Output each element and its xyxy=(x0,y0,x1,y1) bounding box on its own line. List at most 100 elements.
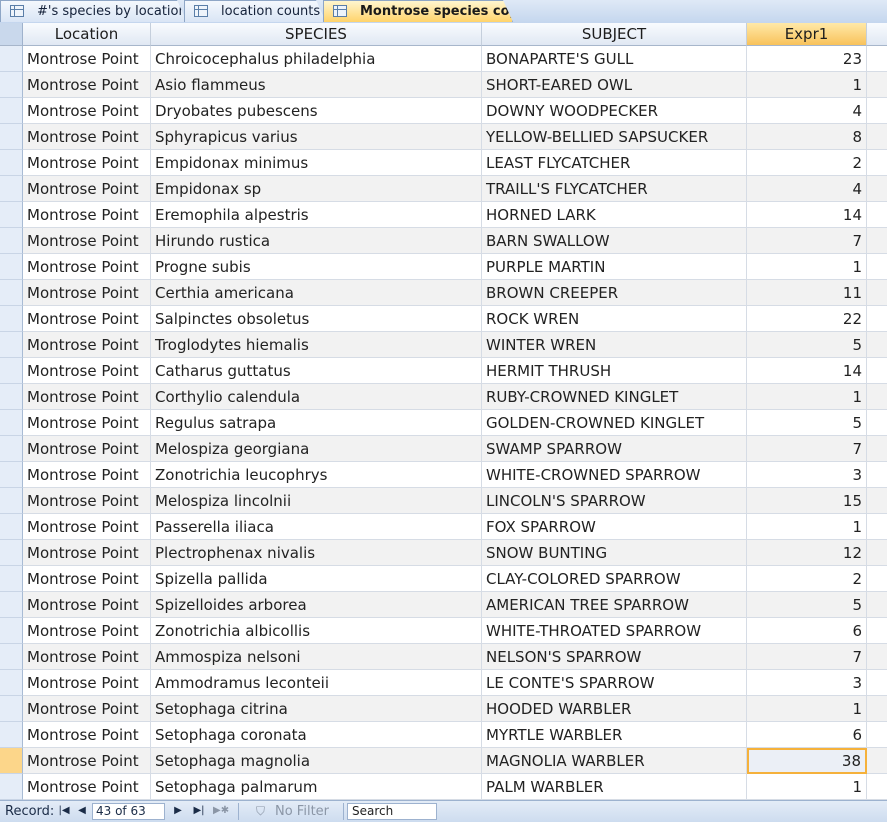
new-record-icon[interactable]: ▶✱ xyxy=(213,804,229,818)
row-selector[interactable] xyxy=(0,462,23,488)
species-cell[interactable]: Eremophila alpestris xyxy=(151,202,482,228)
species-cell[interactable]: Sphyrapicus varius xyxy=(151,124,482,150)
location-cell[interactable]: Montrose Point xyxy=(23,202,151,228)
expr1-cell[interactable]: 1 xyxy=(747,514,867,540)
location-cell[interactable]: Montrose Point xyxy=(23,618,151,644)
location-cell[interactable]: Montrose Point xyxy=(23,150,151,176)
expr1-cell[interactable]: 4 xyxy=(747,98,867,124)
species-cell[interactable]: Ammospiza nelsoni xyxy=(151,644,482,670)
row-selector[interactable] xyxy=(0,748,23,774)
species-cell[interactable]: Progne subis xyxy=(151,254,482,280)
subject-cell[interactable]: NELSON'S SPARROW xyxy=(482,644,747,670)
species-cell[interactable]: Dryobates pubescens xyxy=(151,98,482,124)
row-selector[interactable] xyxy=(0,488,23,514)
expr1-cell[interactable]: 2 xyxy=(747,150,867,176)
row-selector[interactable] xyxy=(0,306,23,332)
subject-cell[interactable]: DOWNY WOODPECKER xyxy=(482,98,747,124)
row-selector[interactable] xyxy=(0,72,23,98)
location-cell[interactable]: Montrose Point xyxy=(23,46,151,72)
species-cell[interactable]: Regulus satrapa xyxy=(151,410,482,436)
location-cell[interactable]: Montrose Point xyxy=(23,722,151,748)
location-cell[interactable]: Montrose Point xyxy=(23,592,151,618)
subject-cell[interactable]: CLAY-COLORED SPARROW xyxy=(482,566,747,592)
tab-location-counts[interactable]: location counts xyxy=(184,0,326,22)
location-cell[interactable]: Montrose Point xyxy=(23,72,151,98)
species-cell[interactable]: Asio flammeus xyxy=(151,72,482,98)
row-selector[interactable] xyxy=(0,228,23,254)
species-cell[interactable]: Passerella iliaca xyxy=(151,514,482,540)
row-selector[interactable] xyxy=(0,150,23,176)
subject-cell[interactable]: HOODED WARBLER xyxy=(482,696,747,722)
row-selector[interactable] xyxy=(0,722,23,748)
tab-species-by-location[interactable]: #'s species by location xyxy=(0,0,187,22)
row-selector[interactable] xyxy=(0,774,23,800)
row-selector[interactable] xyxy=(0,98,23,124)
species-cell[interactable]: Setophaga coronata xyxy=(151,722,482,748)
location-cell[interactable]: Montrose Point xyxy=(23,254,151,280)
species-cell[interactable]: Zonotrichia albicollis xyxy=(151,618,482,644)
row-selector[interactable] xyxy=(0,644,23,670)
location-cell[interactable]: Montrose Point xyxy=(23,306,151,332)
expr1-cell[interactable]: 7 xyxy=(747,644,867,670)
row-selector[interactable] xyxy=(0,384,23,410)
species-cell[interactable]: Empidonax minimus xyxy=(151,150,482,176)
search-input[interactable]: Search xyxy=(347,803,437,820)
subject-cell[interactable]: FOX SPARROW xyxy=(482,514,747,540)
subject-cell[interactable]: WHITE-CROWNED SPARROW xyxy=(482,462,747,488)
location-cell[interactable]: Montrose Point xyxy=(23,514,151,540)
location-cell[interactable]: Montrose Point xyxy=(23,748,151,774)
subject-cell[interactable]: MYRTLE WARBLER xyxy=(482,722,747,748)
row-selector[interactable] xyxy=(0,592,23,618)
subject-cell[interactable]: HERMIT THRUSH xyxy=(482,358,747,384)
expr1-cell[interactable]: 1 xyxy=(747,384,867,410)
location-cell[interactable]: Montrose Point xyxy=(23,696,151,722)
expr1-cell[interactable]: 1 xyxy=(747,774,867,800)
expr1-cell[interactable]: 2 xyxy=(747,566,867,592)
subject-cell[interactable]: BARN SWALLOW xyxy=(482,228,747,254)
location-cell[interactable]: Montrose Point xyxy=(23,488,151,514)
subject-cell[interactable]: GOLDEN-CROWNED KINGLET xyxy=(482,410,747,436)
subject-cell[interactable]: WHITE-THROATED SPARROW xyxy=(482,618,747,644)
expr1-cell[interactable]: 7 xyxy=(747,436,867,462)
tab-montrose-species-copy[interactable]: Montrose species copy xyxy=(323,0,513,22)
location-cell[interactable]: Montrose Point xyxy=(23,670,151,696)
location-cell[interactable]: Montrose Point xyxy=(23,332,151,358)
subject-cell[interactable]: BROWN CREEPER xyxy=(482,280,747,306)
last-record-icon[interactable]: ▶| xyxy=(192,804,206,818)
subject-cell[interactable]: YELLOW-BELLIED SAPSUCKER xyxy=(482,124,747,150)
subject-cell[interactable]: HORNED LARK xyxy=(482,202,747,228)
expr1-cell[interactable]: 5 xyxy=(747,410,867,436)
species-cell[interactable]: Catharus guttatus xyxy=(151,358,482,384)
species-cell[interactable]: Melospiza georgiana xyxy=(151,436,482,462)
location-cell[interactable]: Montrose Point xyxy=(23,98,151,124)
row-selector[interactable] xyxy=(0,254,23,280)
expr1-cell[interactable]: 8 xyxy=(747,124,867,150)
location-cell[interactable]: Montrose Point xyxy=(23,124,151,150)
expr1-cell[interactable]: 22 xyxy=(747,306,867,332)
expr1-cell[interactable]: 7 xyxy=(747,228,867,254)
column-header-location[interactable]: Location xyxy=(23,23,151,46)
location-cell[interactable]: Montrose Point xyxy=(23,280,151,306)
species-cell[interactable]: Plectrophenax nivalis xyxy=(151,540,482,566)
species-cell[interactable]: Setophaga citrina xyxy=(151,696,482,722)
expr1-cell[interactable]: 3 xyxy=(747,670,867,696)
location-cell[interactable]: Montrose Point xyxy=(23,540,151,566)
subject-cell[interactable]: MAGNOLIA WARBLER xyxy=(482,748,747,774)
subject-cell[interactable]: LINCOLN'S SPARROW xyxy=(482,488,747,514)
subject-cell[interactable]: LEAST FLYCATCHER xyxy=(482,150,747,176)
location-cell[interactable]: Montrose Point xyxy=(23,384,151,410)
subject-cell[interactable]: TRAILL'S FLYCATCHER xyxy=(482,176,747,202)
row-selector[interactable] xyxy=(0,436,23,462)
row-selector[interactable] xyxy=(0,670,23,696)
location-cell[interactable]: Montrose Point xyxy=(23,358,151,384)
row-selector[interactable] xyxy=(0,618,23,644)
location-cell[interactable]: Montrose Point xyxy=(23,644,151,670)
next-record-icon[interactable]: ▶ xyxy=(171,804,185,818)
expr1-cell[interactable]: 38 xyxy=(747,748,867,774)
row-selector[interactable] xyxy=(0,280,23,306)
species-cell[interactable]: Empidonax sp xyxy=(151,176,482,202)
expr1-cell[interactable]: 5 xyxy=(747,332,867,358)
species-cell[interactable]: Chroicocephalus philadelphia xyxy=(151,46,482,72)
row-selector[interactable] xyxy=(0,358,23,384)
subject-cell[interactable]: WINTER WREN xyxy=(482,332,747,358)
